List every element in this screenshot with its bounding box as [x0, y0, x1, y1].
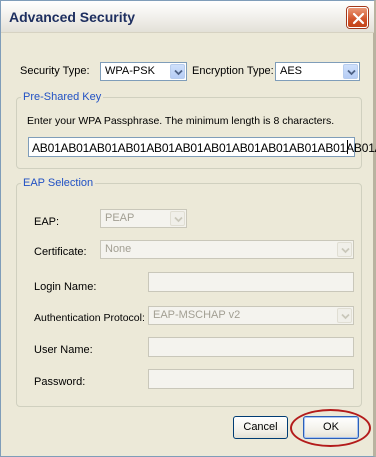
chevron-down-icon	[174, 216, 183, 223]
certificate-dropdown-button[interactable]	[337, 242, 352, 257]
close-button[interactable]	[347, 7, 368, 28]
login-name-label: Login Name:	[34, 281, 97, 293]
auth-protocol-label: Authentication Protocol:	[34, 312, 145, 324]
chevron-down-icon	[341, 247, 350, 254]
auth-protocol-dropdown[interactable]: EAP-MSCHAP v2	[148, 306, 354, 325]
security-type-label: Security Type:	[20, 65, 90, 77]
password-label: Password:	[34, 376, 86, 388]
eap-dropdown-button[interactable]	[170, 211, 185, 226]
auth-protocol-dropdown-button[interactable]	[337, 308, 352, 323]
auth-protocol-value: EAP-MSCHAP v2	[153, 309, 241, 321]
user-name-input[interactable]	[148, 337, 354, 357]
encryption-type-label: Encryption Type:	[192, 65, 274, 77]
close-icon	[352, 12, 365, 25]
cancel-button[interactable]: Cancel	[233, 416, 288, 439]
passphrase-value: AB01AB01AB01AB01AB01AB01AB01AB01AB01AB01…	[32, 141, 376, 155]
pre-shared-key-group: Pre-Shared Key	[16, 91, 362, 169]
security-type-value: WPA-PSK	[105, 65, 155, 77]
security-type-dropdown-button[interactable]	[170, 64, 185, 79]
encryption-type-value: AES	[280, 65, 303, 77]
user-name-label: User Name:	[34, 344, 93, 356]
text-caret	[347, 140, 348, 154]
eap-value: PEAP	[105, 212, 135, 224]
eap-selection-legend: EAP Selection	[21, 177, 96, 189]
encryption-type-dropdown[interactable]: AES	[275, 62, 360, 81]
certificate-dropdown[interactable]: None	[100, 240, 354, 259]
passphrase-input[interactable]: AB01AB01AB01AB01AB01AB01AB01AB01AB01AB01…	[28, 137, 376, 157]
window-title: Advanced Security	[9, 9, 136, 25]
passphrase-instructions: Enter your WPA Passphrase. The minimum l…	[27, 115, 335, 127]
ok-highlight-annotation	[290, 409, 371, 447]
security-type-dropdown[interactable]: WPA-PSK	[100, 62, 187, 81]
pre-shared-key-legend: Pre-Shared Key	[21, 91, 104, 103]
chevron-down-icon	[174, 69, 183, 76]
eap-label: EAP:	[34, 216, 60, 228]
password-input[interactable]	[148, 369, 354, 389]
chevron-down-icon	[341, 313, 350, 320]
eap-dropdown[interactable]: PEAP	[100, 209, 187, 228]
advanced-security-dialog: Advanced Security Security Type: WPA-PSK…	[0, 0, 376, 457]
chevron-down-icon	[347, 69, 356, 76]
encryption-type-dropdown-button[interactable]	[343, 64, 358, 79]
certificate-value: None	[105, 243, 132, 255]
login-name-input[interactable]	[148, 272, 354, 292]
certificate-label: Certificate:	[34, 246, 87, 258]
title-bar[interactable]: Advanced Security	[1, 1, 374, 33]
